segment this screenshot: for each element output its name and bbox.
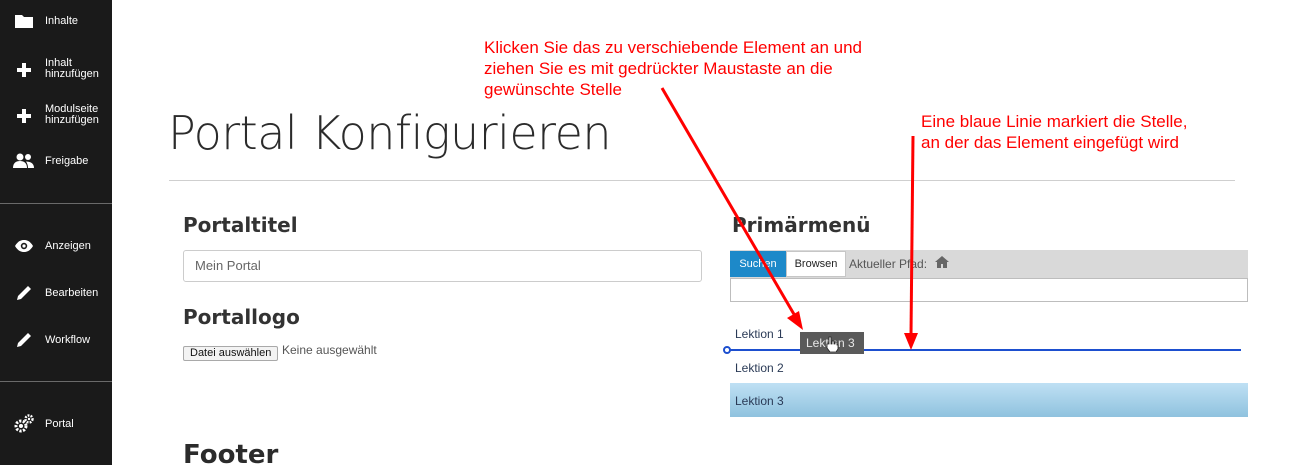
sidebar-item-inhalt-hinzufuegen[interactable]: Inhalt hinzufügen xyxy=(0,58,112,82)
title-divider xyxy=(169,180,1235,181)
portal-title-heading: Portaltitel xyxy=(183,213,298,237)
portal-logo-heading: Portallogo xyxy=(183,305,300,329)
annotation-line: ziehen Sie es mit gedrückter Maustaste a… xyxy=(484,59,833,78)
annotation-line: Eine blaue Linie markiert die Stelle, xyxy=(921,112,1188,131)
menu-item-lektion-1[interactable]: Lektion 1 xyxy=(735,327,784,341)
no-file-selected-text: Keine ausgewählt xyxy=(282,343,377,357)
annotation-line: an der das Element eingefügt wird xyxy=(921,133,1179,152)
sidebar-item-label: Anzeigen xyxy=(45,240,91,252)
drop-indicator-dot xyxy=(723,346,731,354)
menu-item-lektion-2[interactable]: Lektion 2 xyxy=(735,361,784,375)
sidebar-item-freigabe[interactable]: Freigabe xyxy=(0,150,112,172)
sidebar-item-label: Modulseite hinzufügen xyxy=(45,103,99,126)
page-root: Inhalte Inhalt hinzufügen Modulseite hin… xyxy=(0,0,1290,465)
sidebar-item-portal[interactable]: Portal xyxy=(0,413,112,435)
tab-browse[interactable]: Browsen xyxy=(786,251,846,277)
sidebar-divider xyxy=(0,203,112,204)
eye-icon xyxy=(13,235,35,257)
annotation-drag-instructions: Klicken Sie das zu verschiebende Element… xyxy=(484,37,862,100)
sidebar-item-anzeigen[interactable]: Anzeigen xyxy=(0,235,112,257)
sidebar-item-bearbeiten[interactable]: Bearbeiten xyxy=(0,282,112,304)
users-icon xyxy=(13,150,35,172)
hand-cursor-icon xyxy=(825,336,839,353)
sidebar-item-inhalte[interactable]: Inhalte xyxy=(0,10,112,32)
portal-title-input[interactable]: Mein Portal xyxy=(183,250,702,282)
menu-item-lektion-3-row[interactable] xyxy=(730,383,1248,417)
sidebar-item-label: Bearbeiten xyxy=(45,287,99,299)
annotation-blue-line-note: Eine blaue Linie markiert die Stelle, an… xyxy=(921,111,1187,153)
sidebar-item-label: Freigabe xyxy=(45,155,89,167)
sidebar-item-modulseite-hinzufuegen[interactable]: Modulseite hinzufügen xyxy=(0,104,112,128)
folder-icon xyxy=(13,10,35,32)
current-path-label: Aktueller Pfad: xyxy=(849,257,928,271)
sidebar: Inhalte Inhalt hinzufügen Modulseite hin… xyxy=(0,0,112,465)
gears-icon xyxy=(13,413,35,435)
home-icon[interactable] xyxy=(934,255,950,269)
tab-search[interactable]: Suchen xyxy=(730,251,786,277)
menu-item-lektion-3[interactable]: Lektion 3 xyxy=(735,394,784,408)
sidebar-item-label: Inhalt hinzufügen xyxy=(45,57,99,80)
sidebar-item-label: Workflow xyxy=(45,334,91,346)
sidebar-divider xyxy=(0,381,112,382)
pencil-icon xyxy=(13,282,35,304)
choose-file-button[interactable]: Datei auswählen xyxy=(183,346,279,361)
sidebar-item-workflow[interactable]: Workflow xyxy=(0,329,112,351)
sidebar-item-label: Inhalte xyxy=(45,15,79,27)
primary-menu-heading: Primärmenü xyxy=(732,213,871,237)
page-title: Portal Konfigurieren xyxy=(168,106,612,160)
sidebar-item-label: Portal xyxy=(45,418,74,430)
annotation-line: gewünschte Stelle xyxy=(484,80,622,99)
plus-icon xyxy=(13,59,35,81)
annotation-line: Klicken Sie das zu verschiebende Element… xyxy=(484,38,863,57)
menu-search-input[interactable] xyxy=(730,278,1248,302)
circle-icon xyxy=(13,459,35,465)
footer-heading: Footer xyxy=(183,440,279,465)
sidebar-item-partial[interactable] xyxy=(0,459,112,465)
pencil-icon xyxy=(13,329,35,351)
arrow-to-drop-line xyxy=(904,135,918,350)
plus-icon xyxy=(13,105,35,127)
